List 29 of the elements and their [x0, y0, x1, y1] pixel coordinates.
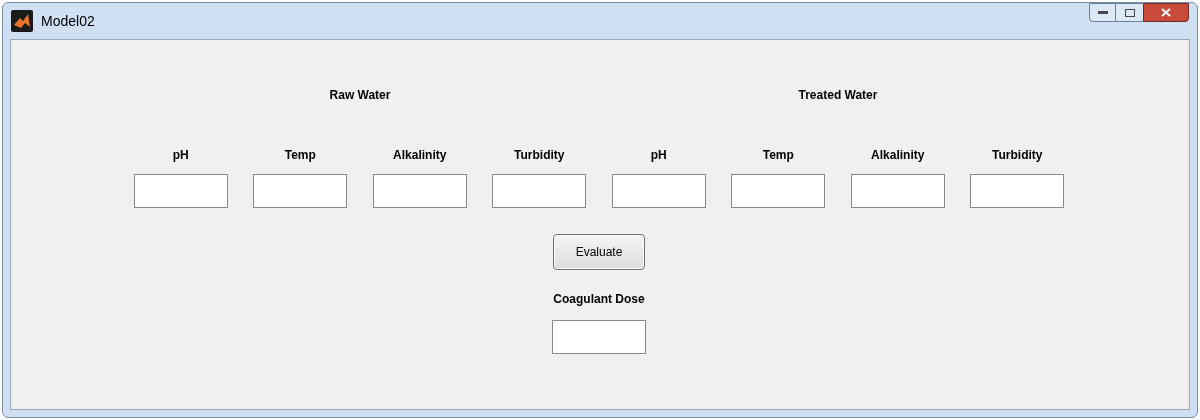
field-label: Temp [762, 147, 794, 162]
maximize-icon [1124, 8, 1135, 17]
field-label: Turbidity [514, 147, 565, 162]
input-field[interactable] [492, 174, 587, 208]
field-label: Turbidity [992, 147, 1043, 162]
minimize-icon [1097, 10, 1108, 15]
field-label: Temp [284, 147, 316, 162]
maximize-button[interactable] [1116, 3, 1143, 22]
field-label: Alkalinity [393, 147, 447, 162]
coagulant-dose-label: Coagulant Dose [553, 291, 645, 308]
input-field[interactable] [372, 174, 467, 208]
close-button[interactable] [1143, 3, 1189, 22]
app-logo-icon [11, 10, 33, 32]
close-icon [1161, 8, 1171, 17]
group-heading: Raw Water [329, 87, 391, 102]
field-label: pH [650, 147, 667, 162]
coagulant-dose-field[interactable] [552, 320, 646, 354]
window-title: Model02 [41, 11, 95, 31]
input-field[interactable] [253, 174, 348, 208]
group-heading: Treated Water [798, 87, 878, 102]
field-label: Alkalinity [871, 147, 925, 162]
field-label: pH [172, 147, 189, 162]
input-field[interactable] [850, 174, 945, 208]
input-field[interactable] [611, 174, 706, 208]
minimize-button[interactable] [1089, 3, 1116, 22]
input-field[interactable] [731, 174, 826, 208]
input-field[interactable] [970, 174, 1065, 208]
input-field[interactable] [133, 174, 228, 208]
evaluate-button[interactable]: Evaluate [553, 234, 645, 270]
